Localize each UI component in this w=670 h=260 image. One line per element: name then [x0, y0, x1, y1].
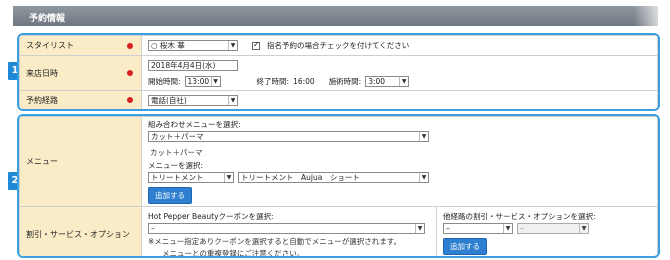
- chevron-down-icon: ▼: [399, 76, 408, 86]
- menu-panel: メニュー 組み合わせメニューを選択: カット＋パーマ ▼ カット＋パーマ メニュ…: [17, 114, 660, 258]
- menu-heading: メニューを選択:: [148, 161, 204, 170]
- visit-label: 来店日時: [26, 68, 58, 78]
- hpb-coupon-cell: Hot Pepper Beautyクーポンを選択: – ▼ ※メニュー指定ありク…: [141, 206, 437, 258]
- required-icon: [127, 42, 133, 49]
- menu-item-value: トリートメント Aujua ショート: [241, 173, 360, 182]
- other-discount-value-2: –: [520, 224, 524, 233]
- route-row: 予約経路 電話(自社) ▼: [19, 90, 658, 109]
- visit-field-cell: 2018年4月4日(水) 開始時間: 13:00 ▼ 終了時間: 16:00 施…: [141, 55, 658, 91]
- menu-field-cell: 組み合わせメニューを選択: カット＋パーマ ▼ カット＋パーマ メニューを選択:…: [141, 116, 658, 207]
- coupon-note-1: ※メニュー指定ありクーポンを選択すると自動でメニューが選択されます。: [148, 237, 402, 246]
- start-time-select[interactable]: 13:00 ▼: [184, 75, 221, 87]
- route-label-cell: 予約経路: [19, 90, 142, 109]
- menu-category-value: トリートメント: [151, 173, 204, 182]
- visit-date-input[interactable]: 2018年4月4日(水): [148, 59, 238, 71]
- start-time-label: 開始時間:: [148, 76, 181, 86]
- other-discount-heading: 他経路の割引・サービス・オプションを選択:: [443, 212, 596, 221]
- required-icon: [127, 97, 133, 103]
- coupon-note-2: メニューとの重複登録にご注意ください。: [162, 249, 305, 258]
- stylist-field-cell: ○ 桜木 華 ▼ 指名予約の場合チェックを付けてください: [141, 35, 658, 56]
- menu-table: メニュー 組み合わせメニューを選択: カット＋パーマ ▼ カット＋パーマ メニュ…: [19, 116, 658, 258]
- menu-label: メニュー: [26, 157, 58, 166]
- end-time-value: 16:00: [293, 76, 315, 86]
- combo-menu-select[interactable]: カット＋パーマ ▼: [148, 131, 429, 142]
- combo-selected-note: カット＋パーマ: [150, 148, 203, 157]
- stylist-row: スタイリスト ○ 桜木 華 ▼ 指名予約の場合チェックを付けてください: [19, 35, 658, 56]
- stylist-label-cell: スタイリスト: [19, 35, 142, 56]
- section-header: 予約情報: [13, 6, 658, 26]
- route-select-value: 電話(自社): [151, 95, 187, 105]
- stylist-select[interactable]: ○ 桜木 華 ▼: [148, 40, 238, 51]
- duration-value: 3:00: [368, 76, 386, 86]
- add-menu-button[interactable]: 追加する: [148, 187, 192, 204]
- visit-row: 来店日時 2018年4月4日(水) 開始時間: 13:00 ▼ 終了時間: 16…: [19, 55, 658, 91]
- other-discount-cell: 他経路の割引・サービス・オプションを選択: – ▼ – ▼ 追加する: [436, 206, 658, 256]
- other-discount-value-1: –: [446, 224, 450, 233]
- discount-label-cell: 割引・サービス・オプション: [19, 206, 142, 256]
- other-discount-select-1[interactable]: – ▼: [443, 223, 513, 234]
- menu-item-select[interactable]: トリートメント Aujua ショート ▼: [238, 172, 429, 183]
- hpb-coupon-value: –: [151, 224, 155, 233]
- discount-label: 割引・サービス・オプション: [26, 230, 130, 239]
- nomination-checkbox[interactable]: [252, 40, 260, 50]
- chevron-down-icon: ▼: [419, 173, 428, 182]
- chevron-down-icon: ▼: [228, 95, 237, 105]
- duration-select[interactable]: 3:00 ▼: [365, 75, 410, 87]
- stylist-select-value: ○ 桜木 華: [151, 41, 185, 50]
- route-label: 予約経路: [26, 95, 58, 105]
- route-select[interactable]: 電話(自社) ▼: [148, 94, 238, 106]
- chevron-down-icon: ▼: [503, 224, 512, 233]
- menu-label-cell: メニュー: [19, 116, 142, 207]
- reservation-table: スタイリスト ○ 桜木 華 ▼ 指名予約の場合チェックを付けてください 来店日時: [19, 35, 658, 109]
- other-discount-select-2[interactable]: – ▼: [517, 223, 589, 234]
- chevron-down-icon: ▼: [579, 224, 588, 233]
- chevron-down-icon: ▼: [228, 41, 237, 50]
- menu-category-select[interactable]: トリートメント ▼: [148, 172, 234, 183]
- chevron-down-icon: ▼: [210, 76, 220, 86]
- reservation-panel: スタイリスト ○ 桜木 華 ▼ 指名予約の場合チェックを付けてください 来店日時: [17, 33, 660, 111]
- stylist-label: スタイリスト: [26, 41, 74, 50]
- start-time-value: 13:00: [187, 76, 210, 86]
- hpb-coupon-heading: Hot Pepper Beautyクーポンを選択:: [148, 212, 274, 221]
- required-icon: [127, 70, 133, 76]
- combo-menu-value: カット＋パーマ: [151, 132, 204, 141]
- nomination-checkbox-label: 指名予約の場合チェックを付けてください: [267, 41, 410, 50]
- duration-label: 施術時間:: [328, 76, 362, 86]
- add-discount-button[interactable]: 追加する: [443, 238, 487, 255]
- visit-label-cell: 来店日時: [19, 55, 142, 91]
- chevron-down-icon: ▼: [419, 132, 428, 141]
- section-title: 予約情報: [29, 14, 66, 24]
- menu-row: メニュー 組み合わせメニューを選択: カット＋パーマ ▼ カット＋パーマ メニュ…: [19, 116, 658, 207]
- combo-heading: 組み合わせメニューを選択:: [148, 120, 241, 129]
- end-time-label: 終了時間:: [256, 76, 290, 86]
- route-field-cell: 電話(自社) ▼: [141, 90, 658, 109]
- discount-row: 割引・サービス・オプション Hot Pepper Beautyクーポンを選択: …: [19, 206, 658, 258]
- chevron-down-icon: ▼: [224, 173, 233, 182]
- hpb-coupon-select[interactable]: – ▼: [148, 223, 425, 234]
- chevron-down-icon: ▼: [415, 224, 424, 233]
